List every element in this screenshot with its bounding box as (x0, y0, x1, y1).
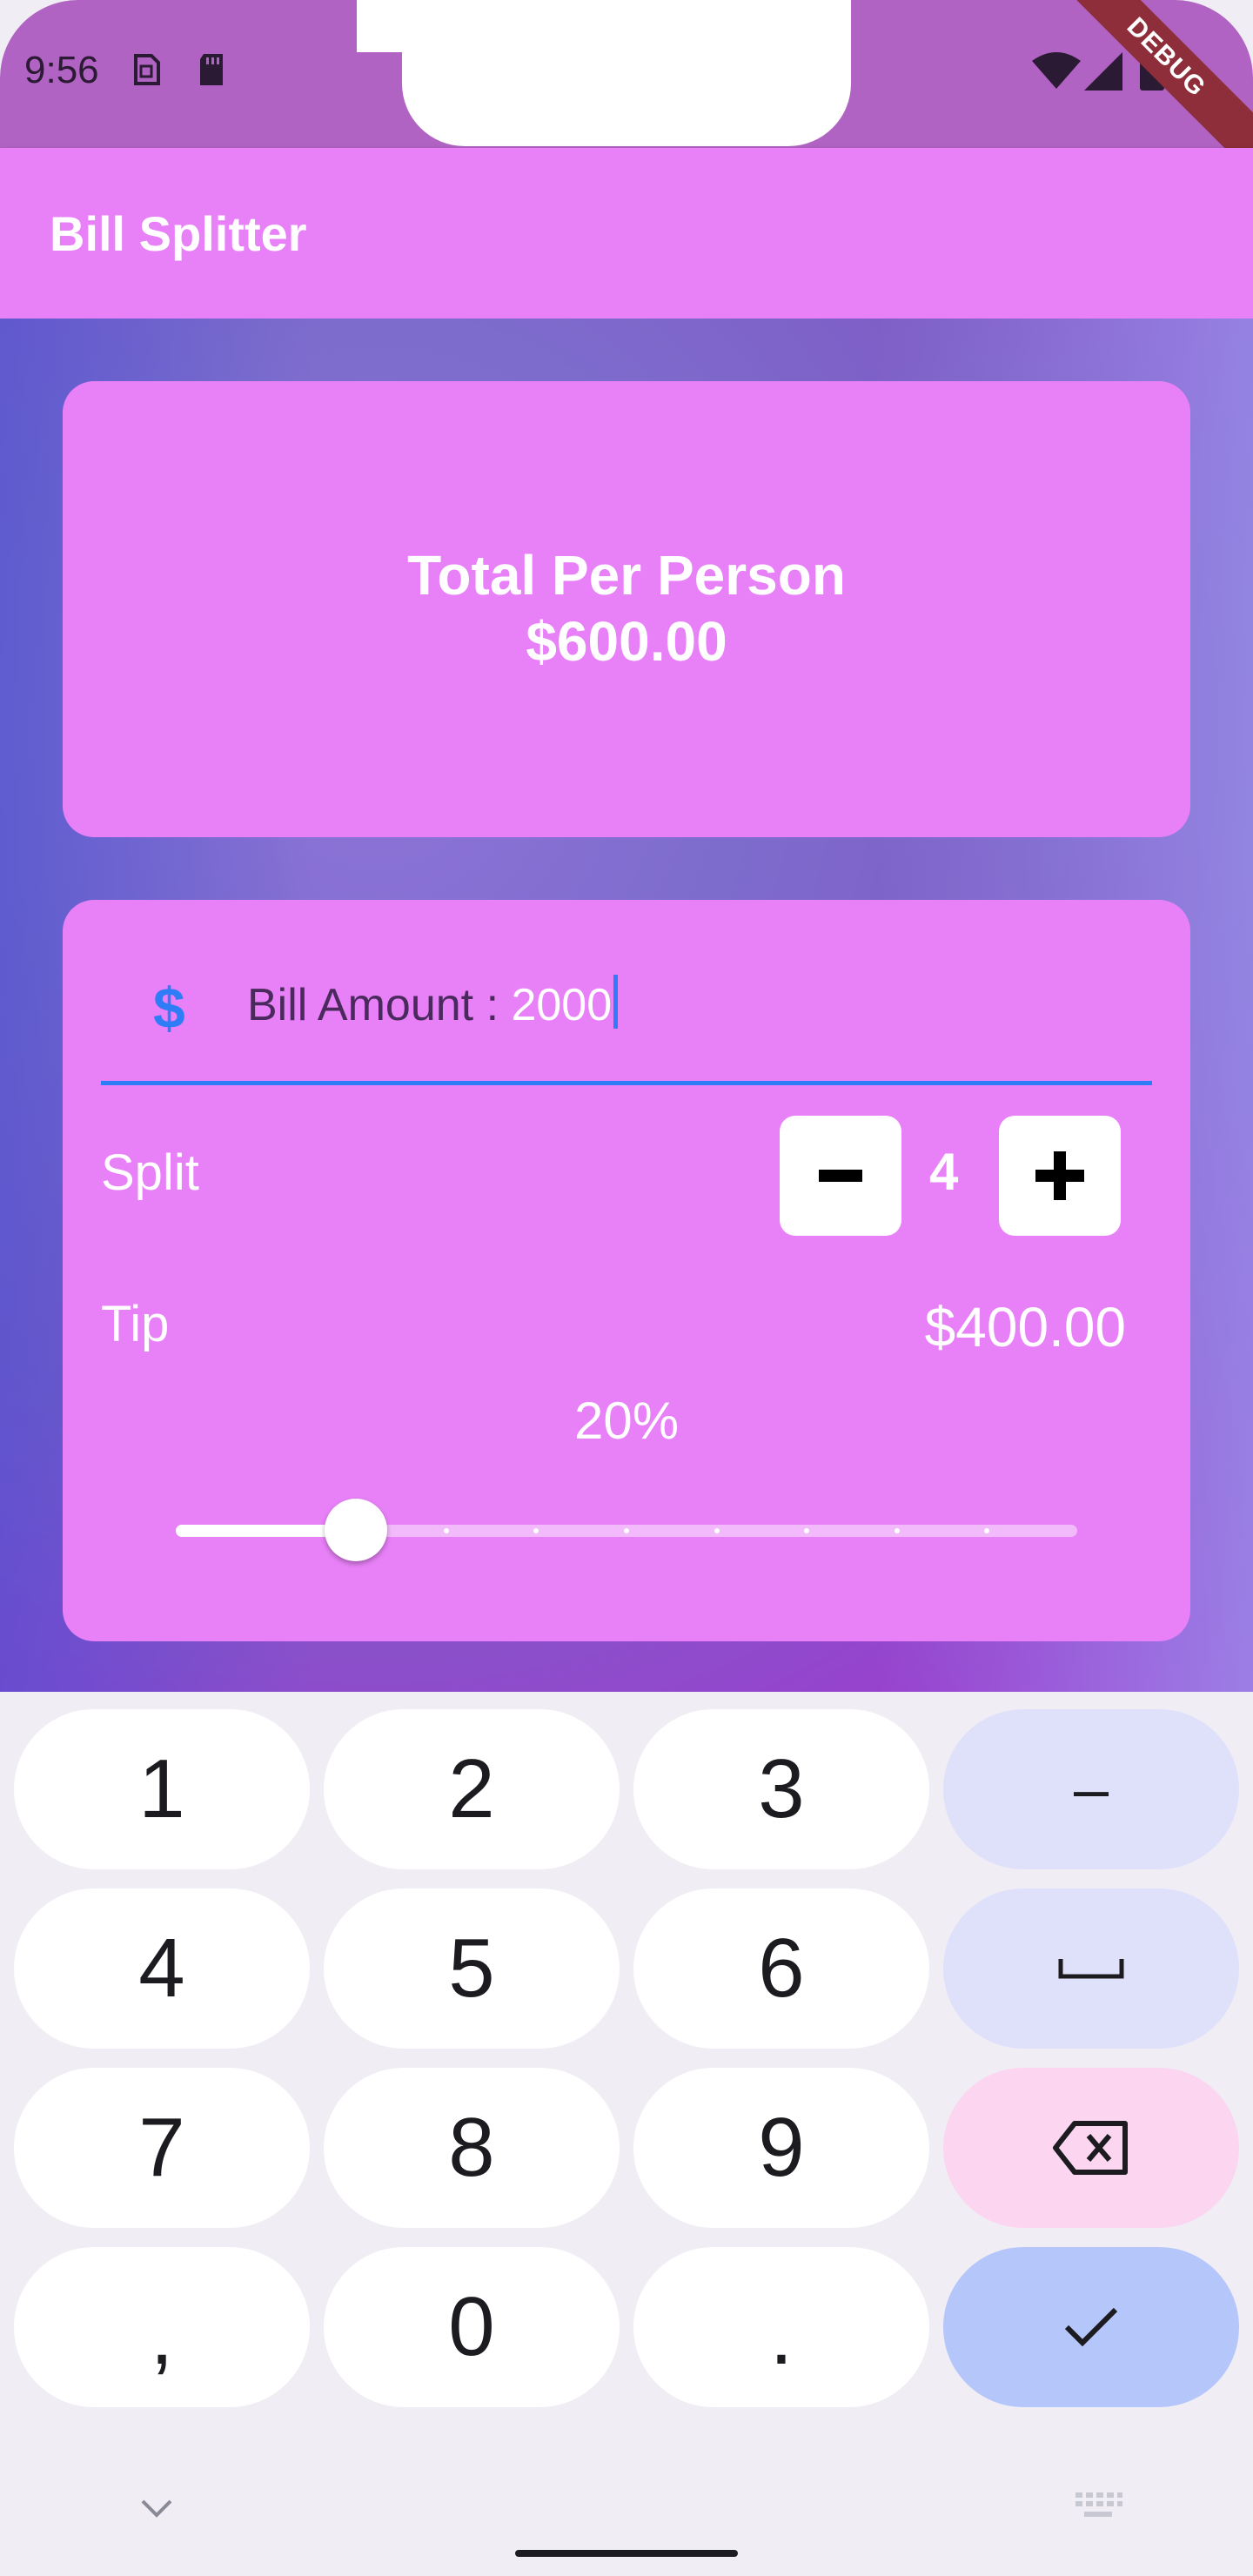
key-3[interactable]: 3 (633, 1709, 929, 1869)
slider-tick (804, 1528, 810, 1533)
plus-icon (1035, 1151, 1084, 1200)
key-1[interactable]: 1 (14, 1709, 310, 1869)
tip-percent-label: 20% (573, 1392, 680, 1450)
key-label: 1 (138, 1742, 185, 1835)
backspace-icon (1052, 2120, 1130, 2176)
total-per-person-label: Total Per Person (407, 544, 846, 607)
dash-key[interactable]: – (943, 1709, 1239, 1869)
space-key[interactable] (943, 1888, 1239, 2049)
key-label: , (150, 2289, 174, 2382)
bill-form-card: $ Bill Amount : 2000 Split 4 Tip $400.00… (63, 900, 1190, 1641)
home-indicator[interactable] (515, 2550, 738, 2557)
chevron-down-icon[interactable] (139, 2498, 174, 2523)
key-7[interactable]: 7 (14, 2068, 310, 2228)
bill-amount-input[interactable]: Bill Amount : 2000 (247, 975, 619, 1031)
slider-tick (533, 1528, 539, 1533)
wifi-icon (1032, 52, 1081, 93)
signal-icon (1084, 52, 1122, 95)
comma-key[interactable]: , (14, 2247, 310, 2407)
checkmark-icon (1063, 2306, 1119, 2348)
split-decrement-button[interactable] (780, 1116, 901, 1236)
key-0[interactable]: 0 (324, 2247, 620, 2407)
app-bar: Bill Splitter (0, 148, 1253, 319)
key-5[interactable]: 5 (324, 1888, 620, 2049)
bill-amount-value: 2000 (511, 980, 613, 1030)
backspace-key[interactable] (943, 2068, 1239, 2228)
tip-label: Tip (101, 1296, 170, 1352)
key-label: 9 (758, 2101, 805, 2194)
status-bar: 9:56 DEBUG (0, 0, 1253, 148)
camera-notch (402, 0, 851, 146)
key-4[interactable]: 4 (14, 1888, 310, 2049)
dollar-icon: $ (153, 976, 185, 1040)
text-cursor (613, 975, 619, 1029)
split-label: Split (101, 1144, 199, 1201)
split-increment-button[interactable] (999, 1116, 1121, 1236)
space-bar-icon (1058, 1957, 1124, 1980)
slider-tick (443, 1528, 449, 1533)
key-label: 4 (138, 1922, 185, 2015)
slider-tick (714, 1528, 720, 1533)
key-label: 6 (758, 1922, 805, 2015)
numeric-keyboard: 1 2 3 – 4 5 6 7 8 9, 0. (0, 1692, 1253, 2576)
key-label: 2 (448, 1742, 495, 1835)
keyboard-icon[interactable] (1072, 2489, 1124, 2528)
split-count: 4 (929, 1143, 959, 1201)
key-label: 7 (138, 2101, 185, 2194)
key-8[interactable]: 8 (324, 2068, 620, 2228)
period-key[interactable]: . (633, 2247, 929, 2407)
slider-tick (624, 1528, 629, 1533)
tip-amount: $400.00 (924, 1296, 1126, 1358)
slider-tick (984, 1528, 990, 1533)
key-label: 3 (758, 1742, 805, 1835)
key-label: 8 (448, 2101, 495, 2194)
key-label: – (1073, 1754, 1109, 1824)
minus-icon (819, 1170, 862, 1182)
key-9[interactable]: 9 (633, 2068, 929, 2228)
input-underline (101, 1081, 1152, 1085)
slider-tick (263, 1528, 269, 1533)
bill-amount-label: Bill Amount : (247, 980, 512, 1030)
key-2[interactable]: 2 (324, 1709, 620, 1869)
tip-slider[interactable] (176, 1499, 1077, 1561)
key-label: 0 (448, 2280, 495, 2373)
status-time: 9:56 (24, 49, 99, 91)
sd-card-icon (195, 50, 230, 93)
done-key[interactable] (943, 2247, 1239, 2407)
sim-card-icon (129, 50, 164, 93)
notch-filler (357, 0, 409, 52)
total-per-person-value: $600.00 (526, 610, 727, 673)
key-label: . (769, 2289, 794, 2382)
slider-tick (894, 1528, 900, 1533)
tip-slider-thumb[interactable] (325, 1499, 388, 1561)
key-label: 5 (448, 1922, 495, 2015)
key-6[interactable]: 6 (633, 1888, 929, 2049)
app-title: Bill Splitter (50, 206, 307, 261)
total-per-person-card: Total Per Person $600.00 (63, 381, 1190, 837)
